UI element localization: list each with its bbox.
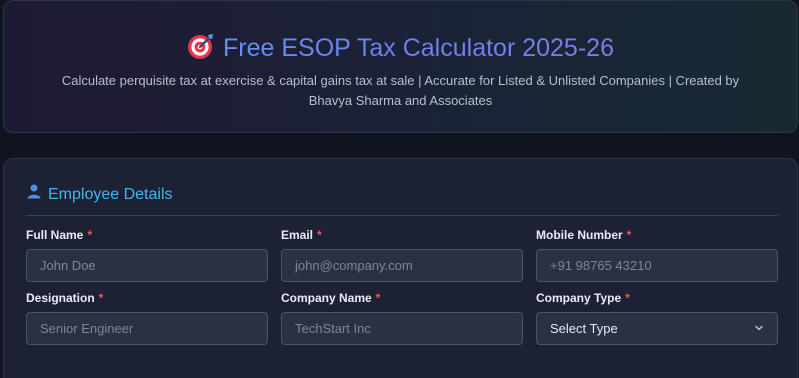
mobile-number-label: Mobile Number * xyxy=(536,228,632,242)
full-name-input[interactable] xyxy=(26,249,268,282)
section-divider xyxy=(26,215,778,216)
company-name-input[interactable] xyxy=(281,312,523,345)
company-name-field: Company Name * xyxy=(281,290,523,345)
designation-label: Designation * xyxy=(26,291,104,305)
full-name-field: Full Name * xyxy=(26,227,268,282)
company-type-select[interactable]: Select Type xyxy=(536,312,778,345)
required-marker: * xyxy=(375,291,381,305)
company-name-label: Company Name * xyxy=(281,291,381,305)
target-dart-icon xyxy=(187,32,215,60)
required-marker: * xyxy=(626,228,632,242)
required-marker: * xyxy=(317,228,322,242)
company-type-label: Company Type * xyxy=(536,291,630,305)
email-label: Email * xyxy=(281,228,322,242)
designation-input[interactable] xyxy=(26,312,268,345)
mobile-number-input[interactable] xyxy=(536,249,778,282)
company-type-field: Company Type * Select Type xyxy=(536,290,778,345)
employee-details-card: Employee Details Full Name* Email* Mobil… xyxy=(3,158,798,378)
chevron-down-icon xyxy=(754,321,764,336)
page-title-text: Free ESOP Tax Calculator 2025-26 xyxy=(223,34,614,62)
full-name-label: Full Name * xyxy=(26,228,93,242)
required-marker: * xyxy=(87,228,93,242)
email-field: Email * xyxy=(281,227,523,282)
email-input[interactable] xyxy=(281,249,523,282)
mobile-number-field: Mobile Number * xyxy=(536,227,778,282)
designation-field: Designation * xyxy=(26,290,268,345)
required-marker: * xyxy=(625,291,630,305)
company-type-selected: Select Type xyxy=(550,321,618,336)
section-title: Employee Details xyxy=(48,185,173,203)
user-icon xyxy=(26,183,42,206)
page-subtitle: Calculate perquisite tax at exercise & c… xyxy=(61,73,740,108)
required-marker: * xyxy=(98,291,104,305)
page-header: Free ESOP Tax Calculator 2025-26 Calcula… xyxy=(3,0,798,133)
page-title: Free ESOP Tax Calculator 2025-26 xyxy=(4,31,797,65)
section-heading: Employee Details xyxy=(26,183,173,206)
